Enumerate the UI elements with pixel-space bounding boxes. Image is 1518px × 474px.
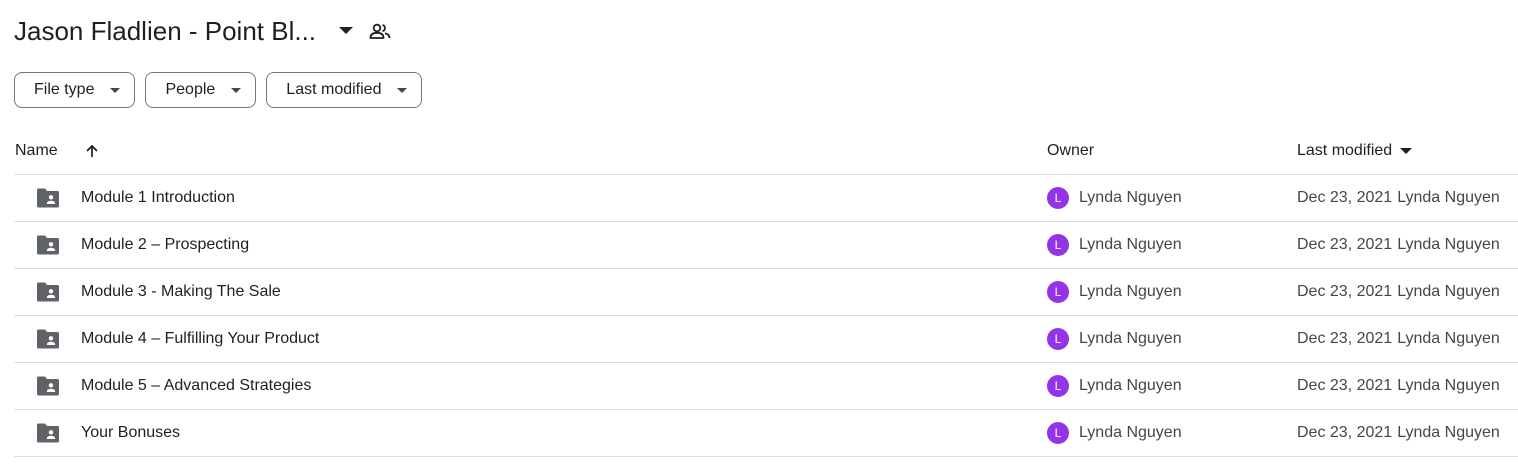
chevron-down-icon [1400,145,1413,157]
table-row[interactable]: Module 4 – Fulfilling Your Product L Lyn… [14,316,1518,363]
modified-by: Lynda Nguyen [1397,330,1500,347]
arrow-up-icon[interactable] [82,141,102,161]
owner-name: Lynda Nguyen [1079,330,1182,347]
owner-column-label: Owner [1047,142,1095,159]
name-column-label: Name [15,142,58,159]
table-header: Name Owner Last modified [14,128,1518,175]
last-modified-column-label: Last modified [1297,142,1393,159]
name-cell: Module 1 Introduction [35,175,235,221]
shared-folder-icon [35,420,61,446]
shared-folder-icon [35,373,61,399]
last-modified-cell: Dec 23, 2021 Lynda Nguyen [1297,222,1500,268]
file-list-table: Name Owner Last modified Module 1 Introd… [14,128,1518,457]
file-name: Module 2 – Prospecting [81,236,250,253]
avatar: L [1047,234,1069,256]
owner-name: Lynda Nguyen [1079,283,1182,300]
modified-date: Dec 23, 2021 [1297,330,1393,347]
owner-cell: L Lynda Nguyen [1047,363,1182,409]
owner-cell: L Lynda Nguyen [1047,222,1182,268]
owner-cell: L Lynda Nguyen [1047,269,1182,315]
modified-date: Dec 23, 2021 [1297,424,1393,441]
title-dropdown-icon[interactable] [334,19,358,43]
last-modified-column-header[interactable]: Last modified [1297,128,1413,174]
file-type-filter-label: File type [34,81,95,98]
owner-name: Lynda Nguyen [1079,377,1182,394]
name-cell: Module 5 – Advanced Strategies [35,363,311,409]
shared-folder-icon [35,279,61,305]
shared-folder-icon [35,185,61,211]
file-type-filter[interactable]: File type [14,72,136,108]
modified-by: Lynda Nguyen [1397,189,1500,206]
chevron-down-icon [231,85,242,95]
last-modified-filter[interactable]: Last modified [266,72,423,108]
table-row[interactable]: Module 3 - Making The Sale L Lynda Nguye… [14,269,1518,316]
name-cell: Your Bonuses [35,410,180,456]
shared-people-icon[interactable] [368,19,392,43]
last-modified-cell: Dec 23, 2021 Lynda Nguyen [1297,363,1500,409]
name-cell: Module 2 – Prospecting [35,222,249,268]
file-name: Module 3 - Making The Sale [81,283,281,300]
avatar: L [1047,422,1069,444]
modified-by: Lynda Nguyen [1397,236,1500,253]
last-modified-cell: Dec 23, 2021 Lynda Nguyen [1297,410,1500,456]
last-modified-cell: Dec 23, 2021 Lynda Nguyen [1297,175,1500,221]
shared-folder-icon [35,232,61,258]
avatar: L [1047,187,1069,209]
file-name: Module 5 – Advanced Strategies [81,377,312,394]
owner-column-header[interactable]: Owner [1047,128,1094,174]
table-row[interactable]: Module 2 – Prospecting L Lynda Nguyen De… [14,222,1518,269]
folder-title: Jason Fladlien - Point Bl... [14,16,317,46]
owner-cell: L Lynda Nguyen [1047,316,1182,362]
chevron-down-icon [397,85,408,95]
people-filter-label: People [165,81,216,98]
file-name: Module 1 Introduction [81,189,235,206]
modified-by: Lynda Nguyen [1397,424,1500,441]
modified-date: Dec 23, 2021 [1297,377,1393,394]
chevron-down-icon [110,85,121,95]
file-name: Module 4 – Fulfilling Your Product [81,330,320,347]
owner-cell: L Lynda Nguyen [1047,175,1182,221]
avatar: L [1047,281,1069,303]
shared-folder-icon [35,326,61,352]
last-modified-filter-label: Last modified [286,81,382,98]
filter-bar: File type People Last modified [14,72,423,108]
modified-date: Dec 23, 2021 [1297,189,1393,206]
last-modified-cell: Dec 23, 2021 Lynda Nguyen [1297,316,1500,362]
name-cell: Module 3 - Making The Sale [35,269,281,315]
owner-name: Lynda Nguyen [1079,236,1182,253]
name-column-header[interactable]: Name [15,128,102,174]
table-row[interactable]: Your Bonuses L Lynda Nguyen Dec 23, 2021… [14,410,1518,457]
name-cell: Module 4 – Fulfilling Your Product [35,316,319,362]
file-name: Your Bonuses [81,424,181,441]
avatar: L [1047,375,1069,397]
avatar: L [1047,328,1069,350]
table-row[interactable]: Module 1 Introduction L Lynda Nguyen Dec… [14,175,1518,222]
table-row[interactable]: Module 5 – Advanced Strategies L Lynda N… [14,363,1518,410]
modified-by: Lynda Nguyen [1397,377,1500,394]
owner-name: Lynda Nguyen [1079,189,1182,206]
page-header: Jason Fladlien - Point Bl... [14,12,392,50]
modified-date: Dec 23, 2021 [1297,283,1393,300]
owner-cell: L Lynda Nguyen [1047,410,1182,456]
modified-date: Dec 23, 2021 [1297,236,1393,253]
owner-name: Lynda Nguyen [1079,424,1182,441]
people-filter[interactable]: People [145,72,257,108]
last-modified-cell: Dec 23, 2021 Lynda Nguyen [1297,269,1500,315]
modified-by: Lynda Nguyen [1397,283,1500,300]
